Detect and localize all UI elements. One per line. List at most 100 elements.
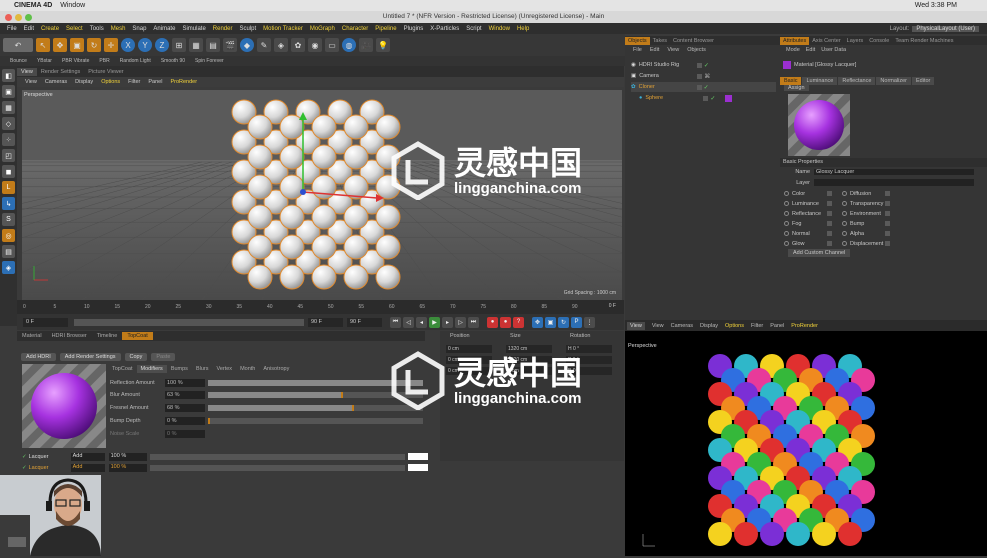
add-custom-channel-button[interactable]: Add Custom Channel <box>788 249 851 257</box>
rv-menu-filter[interactable]: Filter <box>751 323 763 329</box>
rv-menu-display[interactable]: Display <box>700 323 718 329</box>
tab-timeline[interactable]: Timeline <box>92 332 123 340</box>
deformer-icon[interactable]: ◉ <box>308 38 322 52</box>
pen-icon[interactable]: ✎ <box>257 38 271 52</box>
polygons-mode-icon[interactable]: ◼ <box>2 165 15 178</box>
tab-axis-center[interactable]: Axis Center <box>809 37 843 45</box>
material-tag-icon[interactable] <box>725 94 733 102</box>
channel-displacement[interactable]: Displacement <box>842 239 890 248</box>
tab-material[interactable]: Material <box>17 332 47 340</box>
tab-objects[interactable]: Objects <box>625 36 650 45</box>
plugin-pbr-vibrate[interactable]: PBR Vibrate <box>62 58 89 64</box>
plugin-bounce[interactable]: Bounce <box>10 58 27 64</box>
vp-menu-cameras[interactable]: Cameras <box>45 79 67 85</box>
key-rotation-icon[interactable]: ↻ <box>558 316 569 328</box>
x-axis-icon[interactable]: X <box>121 38 135 52</box>
tab-topcoat[interactable]: TopCoat <box>122 332 153 340</box>
z-axis-icon[interactable]: Z <box>155 38 169 52</box>
tab-content-browser[interactable]: Content Browser <box>670 37 717 45</box>
tab-layers[interactable]: Layers <box>844 37 867 45</box>
rv-menu-panel[interactable]: Panel <box>770 323 784 329</box>
end-frame-field[interactable]: 90 F <box>347 317 382 327</box>
menu-script[interactable]: Script <box>466 26 481 32</box>
light-icon[interactable]: 💡 <box>376 38 390 52</box>
subdivision-icon[interactable]: ◈ <box>274 38 288 52</box>
axis-mode-icon[interactable]: L <box>2 181 15 194</box>
tweak-icon[interactable]: ↳ <box>2 197 15 210</box>
edges-mode-icon[interactable]: ◰ <box>2 149 15 162</box>
menu-edit[interactable]: Edit <box>24 26 34 32</box>
cloner-icon[interactable]: ✿ <box>291 38 305 52</box>
record-icon[interactable]: ● <box>487 316 498 328</box>
key-position-icon[interactable]: ✥ <box>532 316 543 328</box>
channel-bump[interactable]: Bump <box>842 219 890 228</box>
channel-normal[interactable]: Normal <box>784 229 832 238</box>
plugin-spin-forever[interactable]: Spin Forever <box>195 58 224 64</box>
noise-scale-field[interactable]: 0 % <box>165 429 205 438</box>
object-row-cloner[interactable]: ✿ Cloner ✓ <box>631 82 776 92</box>
play-icon[interactable]: ▶ <box>429 316 440 328</box>
tab-picture-viewer[interactable]: Picture Viewer <box>84 68 127 76</box>
object-row-camera[interactable]: ▣ Camera ⌘ <box>631 71 776 81</box>
menu-plugins[interactable]: Plugins <box>404 26 424 32</box>
go-start-icon[interactable]: ⏮ <box>390 316 401 328</box>
layer-mode-select[interactable]: Add <box>70 452 105 461</box>
scale-icon[interactable]: ▣ <box>70 38 84 52</box>
points-mode-icon[interactable]: ⁘ <box>2 133 15 146</box>
go-end-icon[interactable]: ⏭ <box>468 316 479 328</box>
channel-fog[interactable]: Fog <box>784 219 832 228</box>
channel-color[interactable]: Color <box>784 189 832 198</box>
autokey-icon[interactable]: ● <box>500 316 511 328</box>
attr-menu-mode[interactable]: Mode <box>786 47 800 53</box>
channel-diffusion[interactable]: Diffusion <box>842 189 890 198</box>
bump-depth-slider[interactable] <box>208 417 423 424</box>
obj-menu-file[interactable]: File <box>633 47 642 53</box>
menu-snap[interactable]: Snap <box>132 26 146 32</box>
menu-mograph[interactable]: MoGraph <box>310 26 335 32</box>
tab-layer-modifiers[interactable]: Modifiers <box>136 364 167 373</box>
blur-amount-field[interactable]: 63 % <box>165 390 205 399</box>
timeline-menu-icon[interactable]: ⋮ <box>584 316 595 328</box>
transform-icon[interactable]: ✛ <box>104 38 118 52</box>
select-icon[interactable]: ↖ <box>36 38 50 52</box>
tab-layer-anisotropy[interactable]: Anisotropy <box>259 365 293 373</box>
menu-xparticles[interactable]: X-Particles <box>430 26 459 32</box>
layer-color-swatch[interactable] <box>407 464 428 471</box>
bump-depth-field[interactable]: 0 % <box>165 416 205 425</box>
menu-simulate[interactable]: Simulate <box>182 26 205 32</box>
menu-select[interactable]: Select <box>66 26 83 32</box>
menu-render[interactable]: Render <box>213 26 233 32</box>
make-editable-icon[interactable]: ◧ <box>2 69 15 82</box>
copy-button[interactable]: Copy <box>124 352 148 361</box>
vp-menu-options[interactable]: Options <box>101 79 120 85</box>
vp-menu-prorender[interactable]: ProRender <box>170 79 197 85</box>
layer-row[interactable]: ✓ Lacquer Add 100 % <box>22 463 428 472</box>
menu-window[interactable]: Window <box>489 26 510 32</box>
rv-menu-options[interactable]: Options <box>725 323 744 329</box>
tab-view[interactable]: View <box>17 67 37 76</box>
reflection-amount-field[interactable]: 100 % <box>165 378 205 387</box>
render-viewport[interactable]: View View Cameras Display Options Filter… <box>625 320 987 556</box>
add-hdri-button[interactable]: Add HDRI <box>21 352 56 361</box>
plugin-smooth-90[interactable]: Smooth 90 <box>161 58 185 64</box>
menu-create[interactable]: Create <box>41 26 59 32</box>
plugin-pbr[interactable]: PBR <box>99 58 109 64</box>
tab-layer-blurs[interactable]: Blurs <box>192 365 213 373</box>
layer-opacity-field[interactable]: 100 % <box>108 463 147 472</box>
channel-transparency[interactable]: Transparency <box>842 199 890 208</box>
app-name[interactable]: CINEMA 4D <box>14 2 52 9</box>
name-field[interactable]: Glossy Lacquer <box>814 169 974 175</box>
obj-menu-view[interactable]: View <box>667 47 679 53</box>
zoom-button[interactable] <box>25 13 32 21</box>
subtab-assign[interactable]: Assign <box>784 85 809 91</box>
grid-icon[interactable]: ◈ <box>2 261 15 274</box>
lock-icon[interactable]: ▤ <box>2 245 15 258</box>
close-button[interactable] <box>5 13 12 21</box>
menu-animate[interactable]: Animate <box>153 26 175 32</box>
attr-menu-user-data[interactable]: User Data <box>821 47 846 53</box>
tab-team-render[interactable]: Team Render Machines <box>892 37 956 45</box>
render-settings-icon[interactable]: 🎬 <box>223 38 237 52</box>
tab-layer-vertex[interactable]: Vertex <box>212 365 236 373</box>
subtab-editor[interactable]: Editor <box>912 76 935 85</box>
render-view-icon[interactable]: ▦ <box>189 38 203 52</box>
